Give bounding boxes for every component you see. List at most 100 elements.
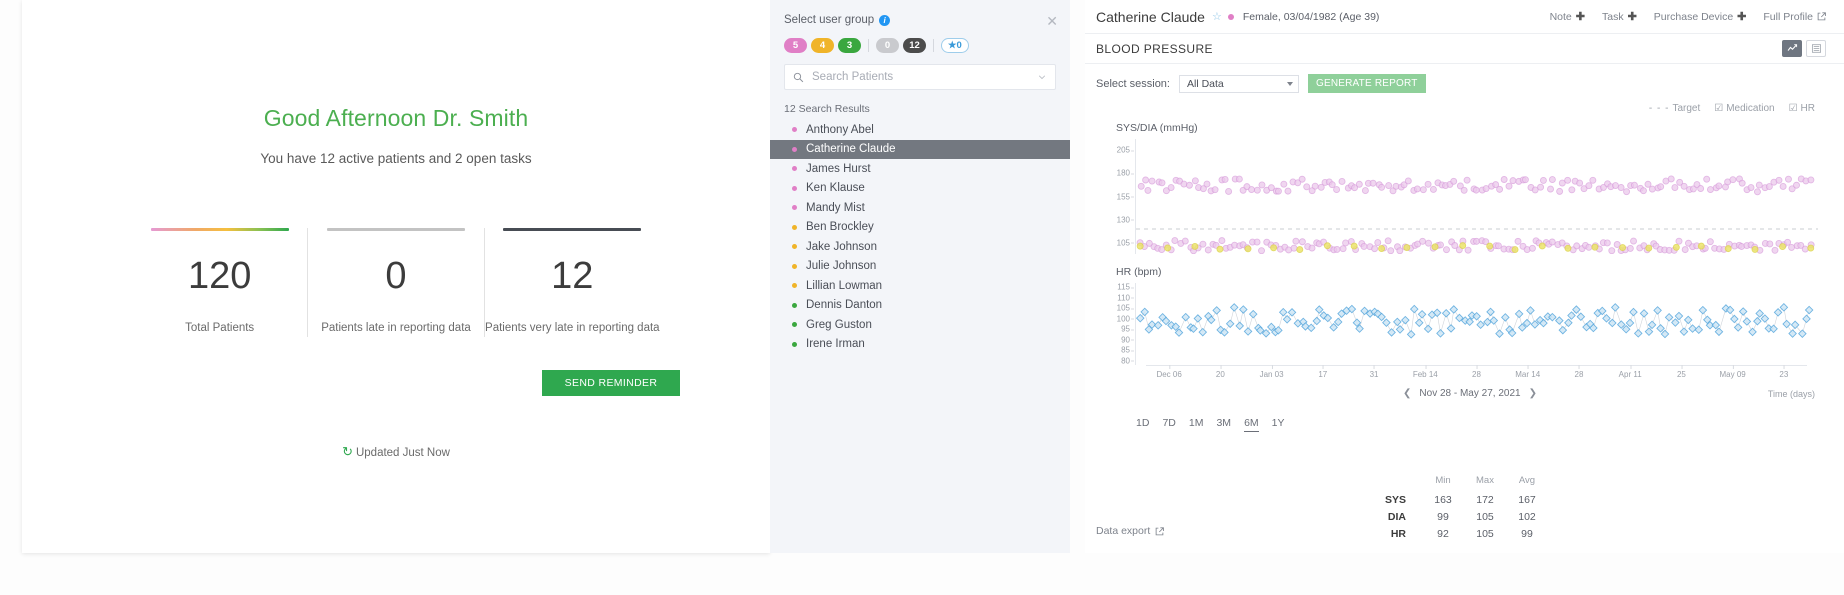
x-tick: Apr 11 — [1618, 365, 1642, 379]
info-icon[interactable]: i — [879, 14, 891, 26]
y-tick: 180 — [1116, 168, 1135, 178]
col-blank — [1380, 475, 1422, 491]
session-row: Select session: All Data GENERATE REPORT — [1085, 64, 1844, 93]
action-label: Full Profile — [1763, 10, 1813, 23]
badge-group-starred[interactable]: ★0 — [941, 38, 969, 53]
range-1m[interactable]: 1M — [1189, 417, 1204, 432]
updated-status: ↻ Updated Just Now — [22, 444, 770, 460]
view-toggle-group — [1782, 40, 1826, 57]
table-view-button[interactable] — [1806, 40, 1826, 57]
stat-card-total-patients: 120 Total Patients — [132, 228, 307, 337]
session-select[interactable]: All Data — [1178, 74, 1299, 93]
x-tick: 28 — [1574, 365, 1584, 379]
patient-list-panel: ✕ Select user group i 5 4 3 0 12 ★0 12 S… — [770, 0, 1070, 553]
date-range-nav: ❮ Nov 28 - May 27, 2021 ❯ Time (days) — [1096, 388, 1844, 399]
list-item[interactable]: Anthony Abel — [770, 120, 1070, 140]
sysdia-plot-area — [1135, 139, 1818, 255]
line-chart-icon — [1787, 44, 1797, 51]
y-tick: 110 — [1117, 293, 1134, 303]
hr-chart[interactable]: 115 110 105 100 95 90 85 80 — [1106, 283, 1844, 365]
badge-group-grey[interactable]: 0 — [876, 38, 899, 53]
badge-group-green[interactable]: 3 — [838, 38, 861, 53]
generate-report-button[interactable]: GENERATE REPORT — [1307, 74, 1426, 93]
close-icon[interactable]: ✕ — [1046, 14, 1058, 28]
list-item[interactable]: Greg Guston — [770, 315, 1070, 335]
range-1d[interactable]: 1D — [1136, 417, 1149, 432]
patient-name: Ben Brockley — [806, 221, 874, 234]
list-item[interactable]: Mandy Mist — [770, 198, 1070, 218]
chevron-down-icon[interactable] — [1037, 72, 1047, 82]
x-tick: May 09 — [1719, 365, 1746, 379]
legend-hr[interactable]: ☑ HR — [1789, 103, 1815, 114]
status-dot-icon — [792, 302, 797, 308]
x-tick: 17 — [1318, 365, 1328, 379]
x-tick: 23 — [1779, 365, 1789, 379]
badge-group-dark[interactable]: 12 — [903, 38, 926, 53]
y-tick: 205 — [1116, 145, 1135, 155]
x-axis-label: Time (days) — [1767, 388, 1815, 399]
range-3m[interactable]: 3M — [1216, 417, 1231, 432]
list-item[interactable]: Lillian Lowman — [770, 276, 1070, 296]
list-item[interactable]: Ken Klause — [770, 179, 1070, 199]
hr-min: 92 — [1437, 527, 1449, 540]
status-dot-icon — [792, 244, 797, 250]
patient-demographics: Female, 03/04/1982 (Age 39) — [1242, 10, 1380, 23]
list-item[interactable]: Julie Johnson — [770, 257, 1070, 277]
status-dot-icon — [792, 322, 797, 328]
status-dot-icon — [792, 224, 797, 230]
status-dot-icon — [792, 283, 797, 289]
stat-bar-dark — [503, 228, 642, 231]
hr-y-axis: 115 110 105 100 95 90 85 80 — [1106, 282, 1135, 365]
full-profile-link[interactable]: Full Profile — [1763, 11, 1826, 23]
patient-name: Irene Irman — [806, 338, 865, 351]
badge-group-pink[interactable]: 5 — [784, 38, 807, 53]
session-label: Select session: — [1096, 77, 1170, 90]
badge-group-amber[interactable]: 4 — [811, 38, 834, 53]
search-patients-field[interactable] — [784, 64, 1056, 90]
sysdia-chart-title: SYS/DIA (mmHg) — [1116, 122, 1198, 134]
chart-legend: - - - Target ☑ Medication ☑ HR — [1085, 93, 1844, 114]
stat-card-patients-very-late: 12 Patients very late in reporting data — [483, 228, 660, 338]
patient-name: Ken Klause — [806, 182, 865, 195]
select-user-group-row: Select user group i — [770, 0, 1070, 26]
add-task-button[interactable]: Task ✚ — [1601, 10, 1637, 24]
status-dot-icon — [792, 146, 797, 152]
stat-value: 12 — [551, 254, 594, 297]
action-label: Task — [1601, 10, 1624, 23]
range-6m[interactable]: 6M — [1244, 417, 1259, 432]
y-tick: 115 — [1117, 282, 1134, 292]
range-7d[interactable]: 7D — [1162, 417, 1175, 432]
list-item[interactable]: Dennis Danton — [770, 296, 1070, 316]
list-item[interactable]: Irene Irman — [770, 335, 1070, 355]
chevron-right-icon[interactable]: ❯ — [1529, 388, 1537, 399]
range-1y[interactable]: 1Y — [1272, 417, 1285, 432]
updated-label: Updated Just Now — [355, 447, 450, 459]
x-tick: 28 — [1472, 365, 1481, 379]
patient-name: Jake Johnson — [806, 240, 877, 253]
greeting-title: Good Afternoon Dr. Smith — [263, 105, 529, 131]
stat-card-patients-late: 0 Patients late in reporting data — [307, 228, 483, 338]
hr-avg: 99 — [1521, 527, 1533, 540]
legend-medication[interactable]: ☑ Medication — [1714, 103, 1774, 114]
refresh-icon[interactable]: ↻ — [342, 444, 353, 460]
table-list-icon — [1811, 44, 1821, 53]
patient-name: Anthony Abel — [806, 123, 874, 136]
sysdia-chart[interactable]: 205 180 155 130 105 — [1106, 139, 1844, 255]
status-dot-icon — [792, 263, 797, 269]
list-item[interactable]: James Hurst — [770, 159, 1070, 179]
chevron-left-icon[interactable]: ❮ — [1403, 388, 1411, 399]
star-outline-icon[interactable]: ☆ — [1212, 10, 1222, 23]
list-item[interactable]: Jake Johnson — [770, 237, 1070, 257]
badge-separator — [933, 39, 934, 52]
checkbox-checked-icon: ☑ — [1788, 103, 1798, 114]
search-input[interactable] — [810, 70, 1037, 84]
purchase-device-button[interactable]: Purchase Device ✚ — [1654, 10, 1747, 24]
send-reminder-button[interactable]: SEND REMINDER — [542, 370, 680, 396]
stat-bar-grey — [326, 228, 465, 231]
list-item-selected[interactable]: Catherine Claude — [770, 139, 1070, 159]
legend-target[interactable]: - - - Target — [1649, 103, 1700, 114]
list-item[interactable]: Ben Brockley — [770, 218, 1070, 238]
data-export-link[interactable]: Data export — [1096, 525, 1165, 537]
add-note-button[interactable]: Note ✚ — [1550, 10, 1585, 24]
chart-view-button[interactable] — [1782, 40, 1802, 57]
